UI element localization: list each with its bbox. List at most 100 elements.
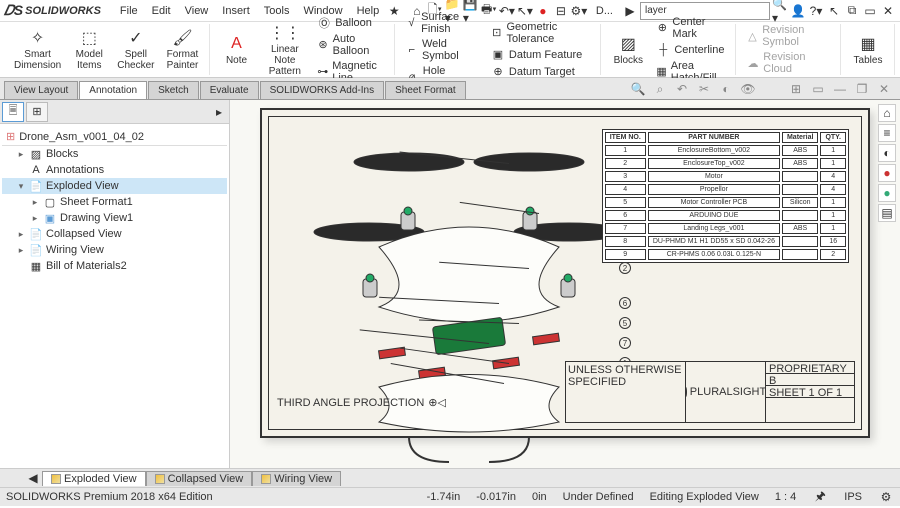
blocks-button[interactable]: ▨Blocks [608, 32, 648, 68]
window-tile-icon[interactable]: ⊞ [788, 81, 804, 97]
tables-button[interactable]: ▦Tables [848, 32, 888, 68]
cursor-icon: ↖ [826, 3, 842, 19]
tree-exploded-view[interactable]: ▾📄Exploded View [2, 178, 227, 194]
section-icon[interactable]: ✂ [696, 81, 712, 97]
restore-icon[interactable]: ⧉ [844, 3, 860, 19]
weld-symbol-button[interactable]: ⌐Weld Symbol [402, 37, 483, 63]
tree-collapsed-view[interactable]: ▸📄Collapsed View [2, 226, 227, 242]
tree-wiring-view[interactable]: ▸📄Wiring View [2, 242, 227, 258]
title-size: B [766, 374, 854, 386]
status-gear-icon[interactable]: ⚙ [878, 489, 894, 505]
close-icon[interactable]: ✕ [880, 3, 896, 19]
hut-appearance-icon[interactable]: ● [878, 164, 896, 182]
window-close-icon[interactable]: ✕ [876, 81, 892, 97]
window-cascade-icon[interactable]: ▭ [810, 81, 826, 97]
spell-check-button[interactable]: ✓SpellChecker [113, 26, 158, 73]
tree-bom[interactable]: ▦Bill of Materials2 [2, 258, 227, 274]
window-dropdown[interactable]: D... [589, 3, 620, 19]
hut-display-icon[interactable]: ◐ [878, 144, 896, 162]
bom-table[interactable]: ITEM NO.PART NUMBERMaterialQTY. 1Enclosu… [602, 129, 849, 263]
status-bar: SOLIDWORKS Premium 2018 x64 Edition -1.7… [0, 487, 900, 506]
tree-doc-root[interactable]: ⊞Drone_Asm_v001_04_02 [2, 128, 227, 146]
title-block: UNLESS OTHERWISE SPECIFIED PLURALSIGHT P… [565, 361, 855, 423]
center-mark-button[interactable]: ⊕Center Mark [652, 15, 728, 41]
title-notes: UNLESS OTHERWISE SPECIFIED [568, 364, 683, 388]
search-glass-icon[interactable]: 🔍▾ [772, 3, 788, 19]
geo-tolerance-button[interactable]: ⊡Geometric Tolerance [487, 20, 594, 46]
hut-home-icon[interactable]: ⌂ [878, 104, 896, 122]
menu-insert[interactable]: Insert [215, 3, 257, 19]
sheet-tab-collapsed[interactable]: Collapsed View [146, 471, 253, 486]
tree-drawing-view[interactable]: ▸▣Drawing View1 [2, 210, 227, 226]
sheet-tab-exploded[interactable]: Exploded View [42, 471, 146, 486]
hide-show-icon[interactable]: 👁 [740, 81, 756, 97]
heads-up-toolbar: ⌂ ≡ ◐ ● ● ▤ [878, 104, 898, 222]
projection-symbol: THIRD ANGLE PROJECTION ⊕◁ [277, 396, 446, 409]
format-painter-button[interactable]: 🖌FormatPainter [163, 26, 203, 73]
panel-menu-icon[interactable]: ▸ [211, 104, 227, 120]
zoom-fit-icon[interactable]: 🔍 [630, 81, 646, 97]
display-style-icon[interactable]: ◐ [718, 81, 734, 97]
status-scale[interactable]: 1 : 4 [775, 491, 796, 503]
status-lock-icon[interactable]: 🖈 [812, 489, 828, 505]
help-icon[interactable]: ?▾ [808, 3, 824, 19]
prev-view-icon[interactable]: ↶ [674, 81, 690, 97]
hut-scene-icon[interactable]: ● [878, 184, 896, 202]
star-icon[interactable]: ★ [386, 3, 402, 19]
menu-tools[interactable]: Tools [257, 3, 297, 19]
tab-sheet-format[interactable]: Sheet Format [385, 81, 466, 99]
options-icon[interactable]: ⊟ [553, 3, 569, 19]
tab-view-layout[interactable]: View Layout [4, 81, 78, 99]
settings-icon[interactable]: ⚙▾ [571, 3, 587, 19]
balloon-7[interactable]: 7 [619, 337, 631, 349]
datum-feature-button[interactable]: ▣Datum Feature [487, 47, 594, 63]
surface-finish-button[interactable]: √Surface Finish [402, 10, 483, 36]
balloon-5[interactable]: 5 [619, 317, 631, 329]
sheet-tabs: ◀ Exploded View Collapsed View Wiring Vi… [0, 468, 900, 487]
menu-file[interactable]: File [113, 3, 145, 19]
maximize-icon[interactable]: ▭ [862, 3, 878, 19]
tab-evaluate[interactable]: Evaluate [200, 81, 259, 99]
tab-annotation[interactable]: Annotation [79, 81, 147, 99]
table-row: 6ARDUINO DUE1 [605, 210, 846, 221]
tree-tab-feature[interactable]: 🗏 [2, 102, 24, 122]
model-items-button[interactable]: ⬚ModelItems [69, 26, 109, 73]
table-row: 8DU-PHMD M1 H1 DD55 x SD 0.042-2616 [605, 236, 846, 247]
menu-edit[interactable]: Edit [145, 3, 178, 19]
balloon-2[interactable]: 2 [619, 262, 631, 274]
undo-icon[interactable]: ↶▾ [499, 3, 515, 19]
note-pattern-button[interactable]: ⋮⋮Linear NotePattern [261, 21, 310, 79]
tree-blocks[interactable]: ▸▨Blocks [2, 146, 227, 162]
sheet-tab-wiring[interactable]: Wiring View [252, 471, 341, 486]
tree-sheet-format[interactable]: ▸▢Sheet Format1 [2, 194, 227, 210]
select-icon[interactable]: ↖▾ [517, 3, 533, 19]
sheet-nav-prev-icon[interactable]: ◀ [24, 470, 42, 486]
tab-addins[interactable]: SOLIDWORKS Add-Ins [260, 81, 384, 99]
centerline-button[interactable]: ┼Centerline [652, 42, 728, 58]
status-units[interactable]: IPS [844, 491, 862, 503]
smart-dimension-button[interactable]: ✧SmartDimension [10, 26, 65, 73]
balloon-button[interactable]: ⓄBalloon [313, 15, 387, 31]
auto-balloon-button[interactable]: ⊛Auto Balloon [313, 32, 387, 58]
note-button[interactable]: ANote [217, 32, 257, 68]
tree-tab-property[interactable]: ⊞ [26, 102, 48, 122]
drawing-canvas[interactable]: 4 3 2 6 5 7 1 1 ITEM NO.PART NUMBERMater… [230, 100, 900, 468]
status-x: -1.74in [427, 491, 461, 503]
window-min-icon[interactable]: — [832, 81, 848, 97]
table-row: 1EnclosureBottom_v002ABS1 [605, 145, 846, 156]
search-cmd-icon[interactable]: ▶ [622, 3, 638, 19]
window-restore-icon[interactable]: ❐ [854, 81, 870, 97]
hut-decal-icon[interactable]: ▤ [878, 204, 896, 222]
status-y: -0.017in [476, 491, 516, 503]
rebuild-icon[interactable]: ● [535, 3, 551, 19]
menu-view[interactable]: View [178, 3, 216, 19]
title-logo: PLURALSIGHT [686, 362, 766, 422]
print-icon[interactable]: 🖶▾ [481, 3, 497, 19]
work-area: 🗏 ⊞ ▸ ⊞Drone_Asm_v001_04_02 ▸▨Blocks AAn… [0, 100, 900, 468]
hut-layers-icon[interactable]: ≡ [878, 124, 896, 142]
tab-sketch[interactable]: Sketch [148, 81, 199, 99]
balloon-6[interactable]: 6 [619, 297, 631, 309]
user-icon[interactable]: 👤 [790, 3, 806, 19]
zoom-area-icon[interactable]: ⌕ [652, 81, 668, 97]
tree-annotations[interactable]: AAnnotations [2, 162, 227, 178]
